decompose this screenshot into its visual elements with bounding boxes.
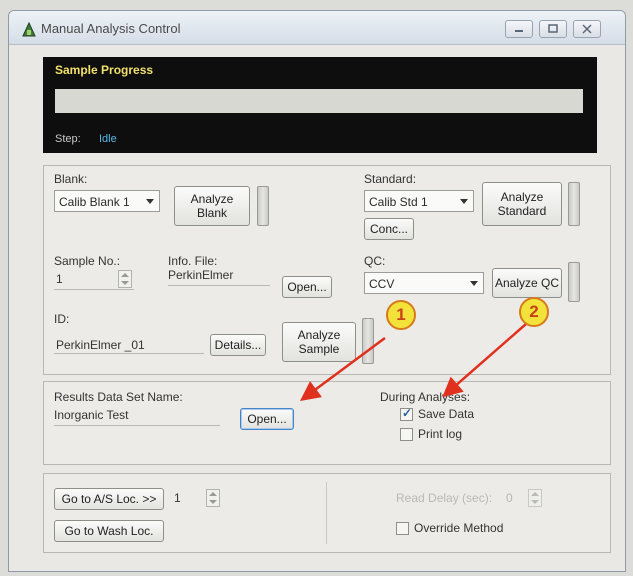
callout-marker-1: 1	[386, 300, 416, 330]
callout-arrow-2	[442, 323, 527, 398]
callout-arrow-1	[299, 336, 386, 401]
callout-marker-2: 2	[519, 297, 549, 327]
callout-arrows	[299, 323, 527, 401]
